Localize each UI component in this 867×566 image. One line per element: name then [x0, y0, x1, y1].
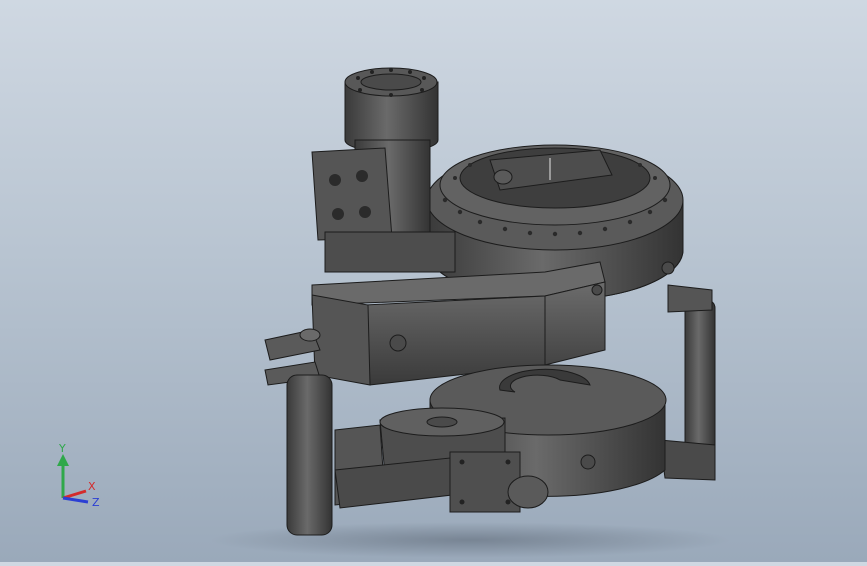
z-axis-arrow: [62, 496, 89, 504]
x-axis-arrow: [62, 489, 87, 500]
housing-side-port: [661, 261, 675, 275]
y-axis-label: Y: [58, 442, 66, 455]
graphics-area[interactable]: [0, 0, 867, 562]
left-cylinder: [286, 374, 333, 536]
right-top-bracket: [667, 284, 713, 313]
jaw-pin: [493, 169, 513, 185]
clevis-pin: [299, 328, 321, 342]
arm-beam-bolt: [591, 284, 603, 296]
y-axis-head: [57, 454, 69, 466]
assembly-model[interactable]: [264, 67, 716, 536]
right-bracket: [659, 439, 716, 481]
right-cylinder: [684, 299, 716, 461]
z-axis-label: Z: [92, 496, 100, 509]
valve-block: [311, 147, 393, 241]
lower-drive-hub: [426, 416, 458, 428]
model-view[interactable]: [0, 0, 867, 562]
motor-mount: [324, 231, 456, 273]
arm-end-block: [311, 294, 371, 386]
arm-beam-port: [389, 334, 407, 352]
reference-triad: Y X Z: [48, 440, 108, 510]
x-axis-label: X: [88, 480, 96, 493]
lower-fitting: [507, 475, 549, 509]
lower-housing-port: [580, 454, 596, 470]
motor-cap-center: [360, 73, 422, 91]
